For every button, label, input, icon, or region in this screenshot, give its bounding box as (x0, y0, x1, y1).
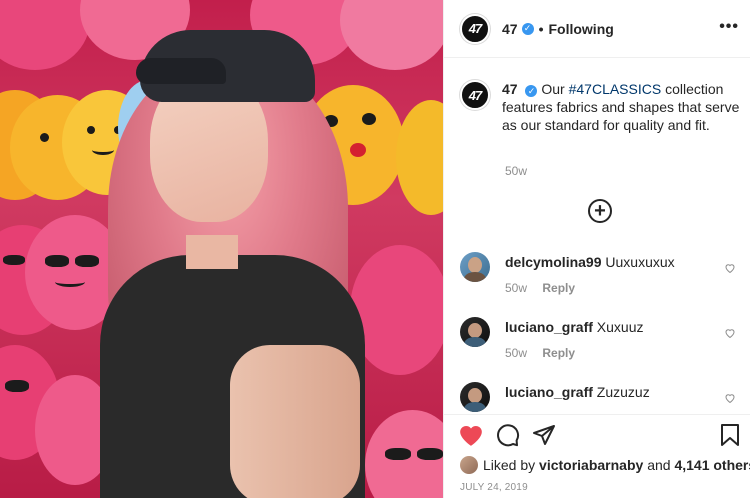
pompom-decoration (0, 0, 90, 70)
likes-summary: Liked by victoriabarnaby and 4,141 other… (460, 456, 750, 474)
profile-avatar[interactable]: 47 (460, 13, 490, 44)
load-more-comments-icon[interactable]: + (588, 199, 612, 223)
reply-button[interactable]: Reply (542, 346, 575, 360)
verified-badge-icon: ✓ (525, 85, 538, 97)
more-options-icon[interactable]: ••• (719, 18, 739, 36)
comment-body: luciano_graff Xuxuuz (505, 319, 644, 335)
liker-username[interactable]: victoriabarnaby (539, 457, 643, 473)
heart-outline-icon[interactable] (724, 327, 736, 339)
post-sidebar: 47 47 ✓ • Following ••• 47 47 ✓ Our #47C… (443, 0, 750, 498)
pompom-decoration (340, 0, 443, 70)
commenter-avatar[interactable] (460, 382, 490, 412)
post-header: 47 47 ✓ • Following ••• (444, 0, 750, 58)
likes-prefix: Liked by (483, 457, 536, 473)
caption-username[interactable]: 47 (502, 81, 518, 97)
comment-body: delcymolina99 Uuxuxuxux (505, 254, 675, 270)
post-photo[interactable] (0, 0, 443, 498)
comment-icon[interactable] (496, 423, 520, 447)
neck (186, 235, 238, 269)
post-caption: 47 47 ✓ Our #47CLASSICS collection featu… (460, 80, 740, 134)
heart-filled-icon[interactable] (458, 423, 484, 447)
comment-username[interactable]: delcymolina99 (505, 254, 602, 270)
comment-time[interactable]: 50w (505, 281, 527, 295)
liker-avatar[interactable] (460, 456, 478, 474)
caption-prefix: Our (541, 81, 565, 97)
comment-body: luciano_graff Zuzuzuz (505, 384, 650, 400)
arm (230, 345, 360, 498)
heart-outline-icon[interactable] (724, 392, 736, 404)
pompom-decoration (396, 100, 443, 215)
reply-button[interactable]: Reply (542, 281, 575, 295)
commenter-avatar[interactable] (460, 317, 490, 347)
following-button[interactable]: Following (548, 21, 613, 37)
comment-text: Uuxuxuxux (605, 254, 675, 270)
post-actions: Liked by victoriabarnaby and 4,141 other… (444, 414, 750, 498)
verified-badge-icon: ✓ (521, 22, 534, 35)
comment-time[interactable]: 50w (505, 346, 527, 360)
caption-hashtag[interactable]: #47CLASSICS (569, 81, 662, 97)
post-date[interactable]: JULY 24, 2019 (460, 482, 528, 493)
comment-username[interactable]: luciano_graff (505, 319, 593, 335)
heart-outline-icon[interactable] (724, 262, 736, 274)
commenter-avatar[interactable] (460, 252, 490, 282)
header-username[interactable]: 47 (502, 21, 518, 37)
comment-meta: 50w Reply (505, 281, 575, 295)
comment-username[interactable]: luciano_graff (505, 384, 593, 400)
likes-others[interactable]: 4,141 others (674, 457, 750, 473)
bookmark-icon[interactable] (720, 423, 740, 447)
pompom-decoration (365, 410, 443, 498)
comment-meta: 50w Reply (505, 346, 575, 360)
caption-time[interactable]: 50w (505, 164, 527, 178)
likes-middle: and (647, 457, 671, 473)
cap-brim (136, 58, 226, 84)
share-icon[interactable] (532, 423, 556, 447)
comment-text: Zuzuzuz (596, 384, 650, 400)
caption-text: 47 ✓ Our #47CLASSICS collection features… (502, 80, 740, 134)
caption-avatar[interactable]: 47 (460, 80, 490, 110)
comment-text: Xuxuuz (596, 319, 644, 335)
header-separator: • (538, 20, 544, 37)
